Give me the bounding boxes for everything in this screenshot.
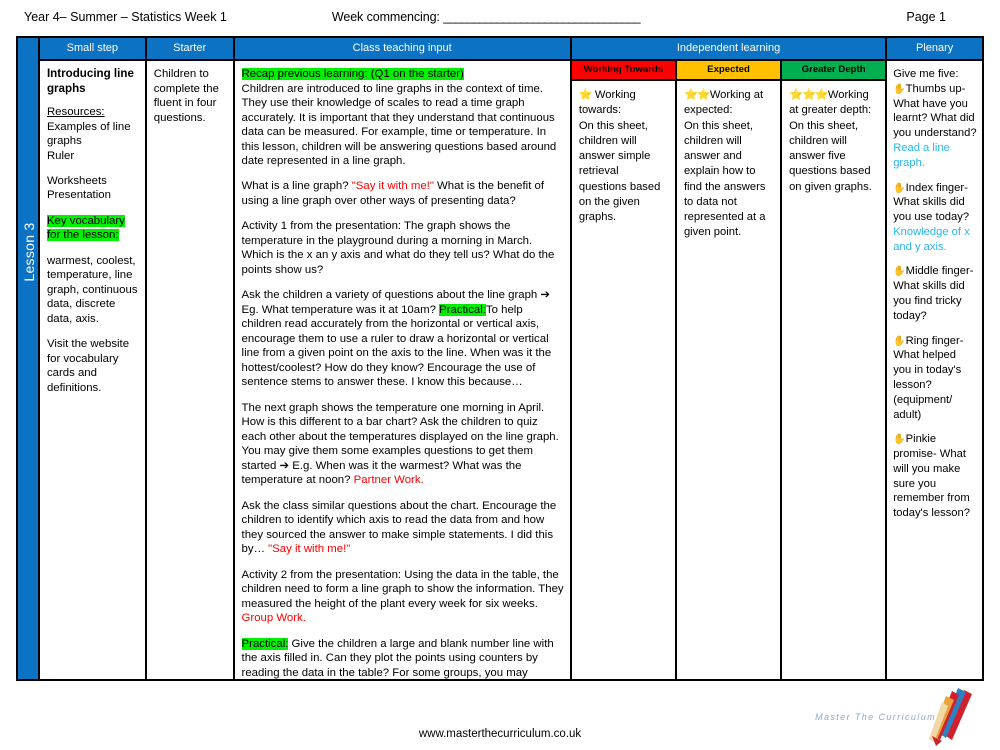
hand-icon-4: ✋ [893, 335, 906, 347]
group-text-2: On this sheet, children will answer and … [683, 119, 766, 239]
hand-icon-2: ✋ [893, 182, 906, 194]
column-class-teaching-input: Class teaching input Recap previous lear… [234, 38, 572, 679]
group-header-expected: Expected [676, 61, 781, 82]
column-header-small-step: Small step [39, 38, 145, 62]
plenary-item-5: ✋Pinkie promise- What will you make sure… [893, 432, 977, 521]
key-vocabulary-list: warmest, coolest, temperature, line grap… [46, 254, 138, 325]
column-independent-learning: Independent learning Working Towards ⭐ W… [571, 38, 888, 679]
star-rating-1: ⭐ [578, 89, 593, 102]
activity-2-paragraph: Activity 2 from the presentation: Using … [242, 568, 564, 626]
say-it-with-me-2: "Say it with me!" [268, 543, 351, 556]
star-rating-2: ⭐⭐ [683, 89, 711, 102]
group-working-towards: Working Towards ⭐ Working towards: On th… [571, 61, 677, 679]
plenary-question-5: Pinkie promise- What will you make sure … [893, 433, 970, 520]
lesson-plan-page: Year 4– Summer – Statistics Week 1 Week … [0, 0, 1000, 750]
column-header-class-teaching-input: Class teaching input [234, 38, 570, 62]
small-step-content: Introducing line graphs Resources: Examp… [40, 61, 145, 679]
plenary-item-2: ✋Index finger- What skills did you use t… [893, 181, 977, 255]
activity-1-paragraph: Activity 1 from the presentation: The gr… [241, 220, 555, 276]
column-small-step: Small step Introducing line graphs Resou… [39, 38, 147, 679]
plenary-answer-2: Knowledge of x and y axis. [893, 225, 970, 253]
p2-lead: What is a line graph? [241, 180, 352, 193]
group-body-working-towards: ⭐ Working towards: On this sheet, childr… [572, 81, 675, 231]
hand-icon-5: ✋ [893, 434, 906, 446]
logo-text: Master The Curriculum [815, 712, 936, 722]
week-commencing: Week commencing: _______________________… [331, 10, 641, 24]
practical-paragraph: Practical: Give the children a large and… [241, 637, 564, 679]
plenary-question-1: Thumbs up- What have you learnt? What di… [893, 82, 977, 140]
lesson-tab: Lesson 3 [18, 38, 40, 679]
partner-work-label: Partner Work. [353, 474, 424, 487]
practical-label-2: Practical: [241, 637, 289, 650]
column-starter: Starter Children to complete the fluent … [146, 38, 235, 679]
column-header-independent-learning: Independent learning [571, 38, 886, 62]
class-teaching-input-content: Recap previous learning: (Q1 on the star… [235, 61, 570, 679]
april-graph-paragraph: The next graph shows the temperature one… [242, 401, 564, 488]
plenary-content: Give me five: ✋Thumbs up- What have you … [887, 61, 982, 537]
plenary-answer-1: Read a line graph. [893, 142, 950, 169]
group-body-expected: ⭐⭐Working at expected: On this sheet, ch… [677, 81, 780, 246]
week-commencing-label: Week commencing: [331, 10, 440, 24]
group-text-1: On this sheet, children will answer simp… [578, 119, 661, 223]
page-title: Year 4– Summer – Statistics Week 1 [24, 10, 227, 24]
plenary-question-4: Ring finger- What helped you in today's … [893, 334, 964, 421]
small-step-title: Introducing line graphs [46, 67, 134, 95]
group-header-working-towards: Working Towards [571, 61, 675, 82]
say-it-with-me-1: "Say it with me!" [351, 180, 434, 193]
plenary-item-3: ✋Middle finger- What skills did you find… [893, 264, 977, 323]
lesson-tab-label: Lesson 3 [21, 222, 37, 282]
plenary-question-3: Middle finger- What skills did you find … [893, 265, 974, 322]
differentiation-groups: Working Towards ⭐ Working towards: On th… [571, 61, 886, 679]
star-rating-3: ⭐⭐⭐ [789, 89, 829, 102]
plenary-item-4: ✋Ring finger- What helped you in today's… [893, 334, 977, 423]
footer-url[interactable]: www.masterthecurriculum.co.uk [0, 728, 1000, 740]
group-expected: Expected ⭐⭐Working at expected: On this … [676, 61, 783, 679]
recap-paragraph: Recap previous learning: (Q1 on the star… [241, 67, 564, 168]
column-header-starter: Starter [146, 38, 233, 62]
practical-label-1: Practical: [439, 303, 486, 316]
group-body-greater-depth: ⭐⭐⭐Working at greater depth: On this she… [782, 81, 885, 201]
column-plenary: Plenary Give me five: ✋Thumbs up- What h… [887, 38, 982, 679]
website-note: Visit the website for vocabulary cards a… [46, 338, 130, 394]
resources-label: Resources: [46, 106, 105, 119]
materials-list: Worksheets Presentation [46, 175, 111, 202]
resources-list: Examples of line graphs Ruler [46, 120, 131, 162]
key-vocabulary-label: Key vocabulary for the lesson: [46, 214, 125, 242]
questions-paragraph: Ask the children a variety of questions … [242, 288, 564, 389]
recap-text: Children are introduced to line graphs i… [241, 82, 557, 167]
group-header-greater-depth: Greater Depth [782, 61, 886, 82]
p7-lead: Activity 2 from the presentation: Using … [241, 568, 564, 610]
p4-tail: To help children read accurately from th… [241, 303, 552, 389]
group-work-label: Group Work. [241, 612, 306, 625]
give-me-five-label: Give me five: [893, 68, 959, 81]
line-graph-question-paragraph: What is a line graph? "Say it with me!" … [242, 179, 564, 208]
plenary-item-1: Give me five: ✋Thumbs up- What have you … [893, 67, 977, 170]
hand-icon-1: ✋ [893, 83, 906, 95]
p8-lead: Give the children a large and blank numb… [241, 637, 554, 679]
chart-questions-paragraph: Ask the class similar questions about th… [242, 499, 564, 557]
group-text-3: On this sheet, children will answer five… [789, 119, 872, 193]
recap-label: Recap previous learning: (Q1 on the star… [241, 68, 464, 81]
column-header-plenary: Plenary [887, 38, 982, 62]
week-commencing-blank[interactable]: _________________________________ [443, 10, 640, 24]
page-meta-row: Year 4– Summer – Statistics Week 1 Week … [16, 10, 984, 36]
group-greater-depth: Greater Depth ⭐⭐⭐Working at greater dept… [782, 61, 886, 679]
hand-icon-3: ✋ [893, 266, 906, 278]
lesson-plan-table: Lesson 3 Small step Introducing line gra… [16, 36, 984, 681]
page-number: Page 1 [906, 10, 946, 24]
starter-content: Children to complete the fluent in four … [153, 68, 219, 124]
